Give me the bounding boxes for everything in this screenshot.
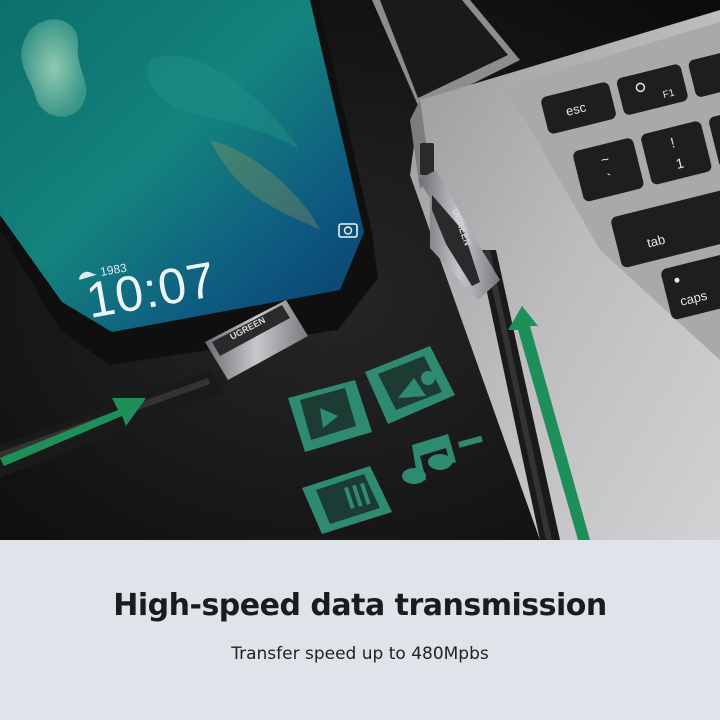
subheadline: Transfer speed up to 480Mpbs	[231, 644, 489, 664]
headline: High-speed data transmission	[113, 588, 607, 623]
product-photo: esc F1 ~ ` ! 1 tab caps 1983 10:07 UGREE…	[0, 0, 720, 540]
caption-panel	[0, 540, 720, 720]
product-banner: esc F1 ~ ` ! 1 tab caps 1983 10:07 UGREE…	[0, 0, 720, 720]
smartphone: 1983 10:07	[0, 0, 378, 365]
usb-port	[420, 143, 434, 175]
